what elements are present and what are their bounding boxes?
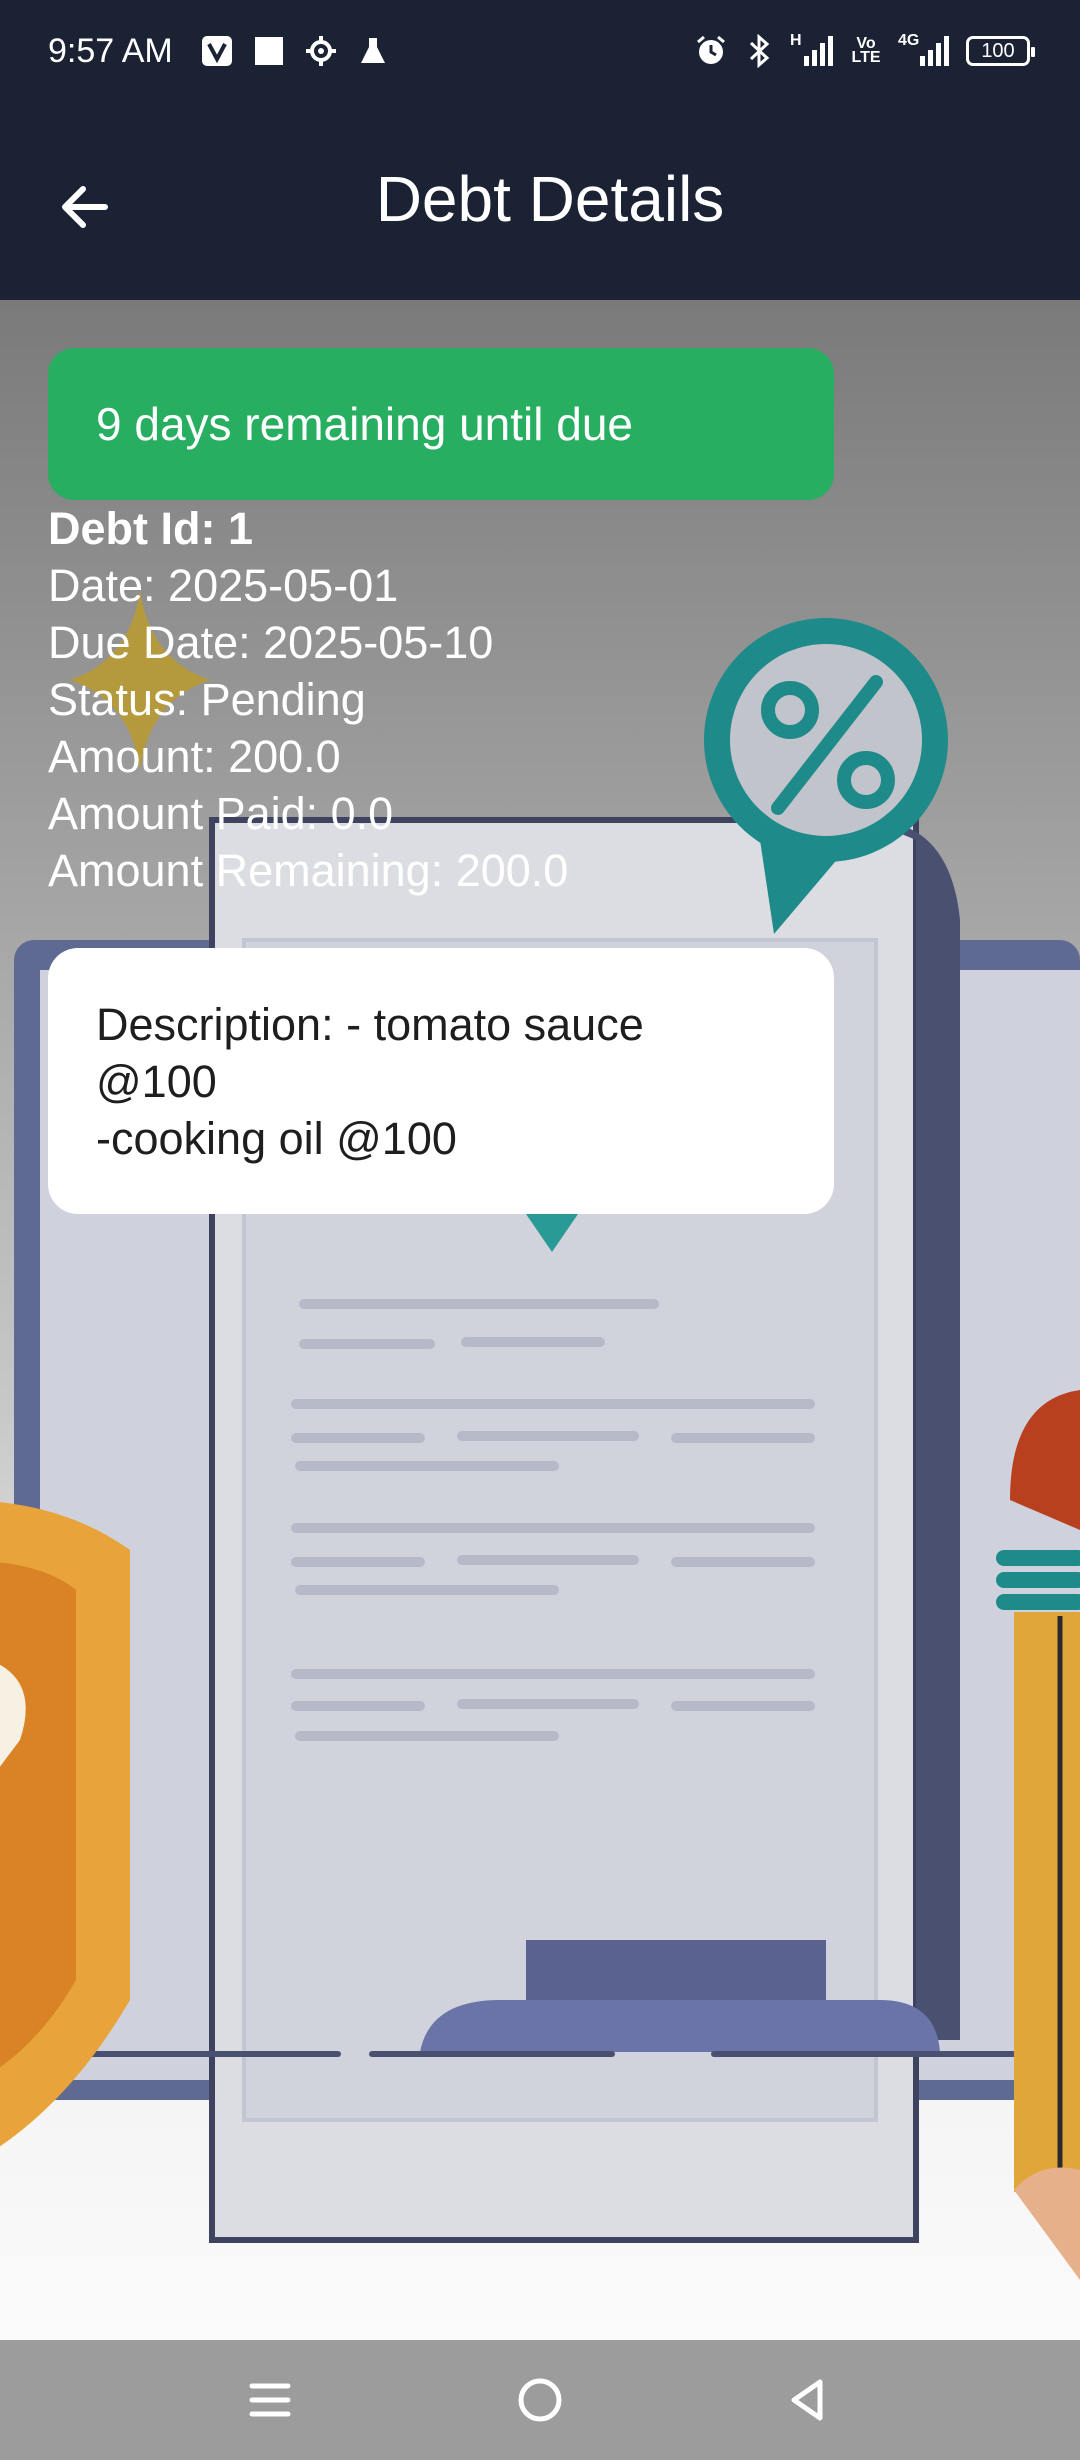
due-status-banner: 9 days remaining until due [48, 348, 834, 500]
page-title: Debt Details [375, 163, 725, 235]
debt-amount-paid: Amount Paid: 0.0 [48, 788, 394, 839]
back-nav-button[interactable] [778, 2370, 838, 2430]
back-triangle-icon [791, 2379, 823, 2421]
debt-id: Debt Id: 1 [48, 503, 254, 554]
square-notification-icon [252, 34, 286, 68]
debt-details-list: Debt Id: 1 Date: 2025-05-01 Due Date: 20… [48, 500, 568, 899]
debt-date: Date: 2025-05-01 [48, 560, 399, 611]
bluetooth-icon [742, 34, 776, 68]
debt-details-content: 9 days remaining until due Debt Id: 1 Da… [0, 300, 1080, 2340]
menu-button[interactable] [240, 2370, 300, 2430]
status-time: 9:57 AM [48, 32, 173, 70]
status-bar: 9:57 AM H Vo LTE 4G 100 [0, 0, 1080, 110]
status-left-icons [200, 34, 390, 68]
battery-level: 100 [981, 39, 1015, 62]
alarm-icon [694, 34, 728, 68]
debt-amount-remaining: Amount Remaining: 200.0 [48, 845, 569, 896]
debt-amount: Amount: 200.0 [48, 731, 341, 782]
home-button[interactable] [510, 2370, 570, 2430]
battery-icon: 100 [966, 36, 1035, 66]
gear-notification-icon [304, 34, 338, 68]
signal-4g-icon: 4G [898, 32, 952, 68]
menu-icon [249, 2383, 291, 2417]
due-status-text: 9 days remaining until due [96, 398, 633, 450]
system-navigation-bar [0, 2340, 1080, 2460]
debt-due-date: Due Date: 2025-05-10 [48, 617, 494, 668]
debt-status: Status: Pending [48, 674, 366, 725]
app-bar: Debt Details [0, 110, 1080, 300]
network-4g-label: 4G [898, 32, 920, 49]
home-icon [518, 2378, 562, 2422]
status-right-icons: H Vo LTE 4G 100 [694, 32, 1035, 68]
flask-notification-icon [356, 34, 390, 68]
volte-icon: Vo LTE [851, 35, 881, 66]
description-card: Description: - tomato sauce @100 -cookin… [48, 948, 834, 1214]
network-h-label: H [790, 32, 802, 49]
signal-icon: H [790, 32, 834, 68]
description-text: Description: - tomato sauce @100 -cookin… [96, 999, 644, 1164]
v-app-icon [200, 34, 234, 68]
